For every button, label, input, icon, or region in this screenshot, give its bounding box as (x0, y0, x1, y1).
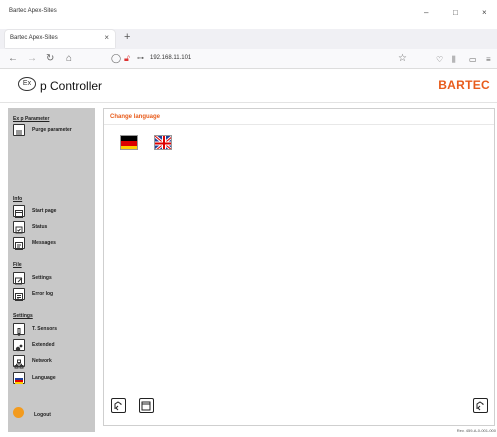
menu-icon[interactable]: ≡ (486, 54, 491, 65)
section-title-info: Info (13, 196, 23, 202)
url-input[interactable]: 192.168.11.101 (150, 55, 191, 61)
tab-close-button[interactable]: × (104, 33, 109, 42)
tab-label: Bartec Apex-Sites (10, 35, 58, 41)
reload-icon[interactable]: ↻ (46, 53, 54, 64)
status-icon (13, 221, 25, 234)
key-icon[interactable]: ⊶ (137, 54, 144, 62)
title-divider (104, 124, 494, 125)
sidebar-item-settings[interactable]: Settings (13, 272, 93, 286)
shield-icon[interactable]: ◯ (111, 53, 121, 64)
sidebar-item-label: Status (32, 224, 48, 230)
sidebar-item-label: Settings (32, 275, 52, 281)
tab-bar: Bartec Apex-Sites × (0, 29, 497, 49)
extended-icon (13, 339, 25, 352)
sensor-icon (13, 323, 25, 336)
browser-tab[interactable]: Bartec Apex-Sites × (5, 30, 115, 48)
window-titlebar: Bartec Apex-Sites – □ × (0, 0, 497, 29)
sidebar-item-extended[interactable]: Extended (13, 339, 93, 353)
maximize-button[interactable]: □ (453, 8, 458, 18)
minimize-button[interactable]: – (424, 8, 428, 18)
uk-flag-icon[interactable] (154, 135, 172, 150)
sidebar-item-network[interactable]: Network (13, 355, 93, 369)
language-icon (13, 372, 25, 384)
navigation-bar: ← → ↻ ⌂ ◯ 🔓︎ ⊶ 192.168.11.101 ☆ ♡ ⫼ ▭ ≡ (0, 49, 497, 69)
settings-icon (13, 272, 25, 285)
logout-icon[interactable] (13, 407, 24, 418)
sidebar-item-t-sensors[interactable]: T. Sensors (13, 323, 93, 337)
new-tab-button[interactable]: + (124, 31, 130, 43)
section-title-settings: Settings (13, 313, 33, 319)
back-icon[interactable]: ← (8, 53, 18, 64)
network-icon (13, 355, 25, 369)
brand-logo: BARTEC (438, 78, 490, 92)
forward-icon[interactable]: → (27, 53, 37, 64)
section-title-exp-parameter: Ex p Parameter (13, 116, 50, 122)
section-title-file: File (13, 262, 22, 268)
page-title: Change language (110, 114, 161, 120)
close-window-button[interactable]: × (482, 8, 487, 18)
version-label: Rev. 459-A-0-001-000 (456, 428, 496, 433)
sidebar-item-label: Extended (32, 342, 55, 348)
sidebar-item-status[interactable]: Status (13, 221, 93, 235)
sidebar-item-label: Error log (32, 291, 54, 297)
library-icon[interactable]: ⫼ (452, 54, 456, 65)
sidebar-item-label: Start page (32, 208, 57, 214)
ex-logo-icon: Ex (18, 77, 36, 91)
purge-icon (13, 124, 25, 136)
app-name: p Controller (40, 79, 103, 93)
sidebar-toggle-icon[interactable]: ▭ (469, 54, 477, 65)
start-page-button[interactable] (139, 398, 154, 413)
main-panel: Change language (103, 108, 495, 426)
logout-button[interactable]: Logout (34, 412, 51, 418)
bookmark-star-icon[interactable]: ☆ (398, 53, 407, 64)
sidebar-item-error-log[interactable]: Error log (13, 288, 93, 302)
sidebar-item-label: T. Sensors (32, 326, 58, 332)
insecure-lock-icon[interactable]: 🔓︎ (124, 53, 130, 64)
pocket-icon[interactable]: ♡ (436, 54, 443, 65)
home-icon[interactable]: ⌂ (66, 53, 72, 64)
sidebar-item-label: Purge parameter (32, 127, 72, 133)
sidebar-item-messages[interactable]: Messages (13, 237, 93, 251)
sidebar-item-purge-parameter[interactable]: Purge parameter (13, 124, 93, 138)
sidebar-item-start-page[interactable]: Start page (13, 205, 93, 219)
sidebar-item-label: Messages (32, 240, 56, 246)
sidebar-item-language[interactable]: Language (13, 372, 93, 386)
start-page-icon (13, 205, 25, 218)
back-page-button[interactable] (111, 398, 126, 413)
next-page-button[interactable] (473, 398, 488, 413)
error-log-icon (13, 288, 25, 301)
sidebar-item-label: Language (32, 375, 56, 381)
german-flag-icon[interactable] (120, 135, 138, 150)
app-header: Ex p Controller BARTEC (0, 70, 497, 103)
sidebar: Ex p Parameter Purge parameter Info Star… (8, 108, 95, 432)
sidebar-item-label: Network (32, 358, 52, 364)
messages-icon (13, 237, 25, 250)
window-title: Bartec Apex-Sites (9, 8, 57, 14)
